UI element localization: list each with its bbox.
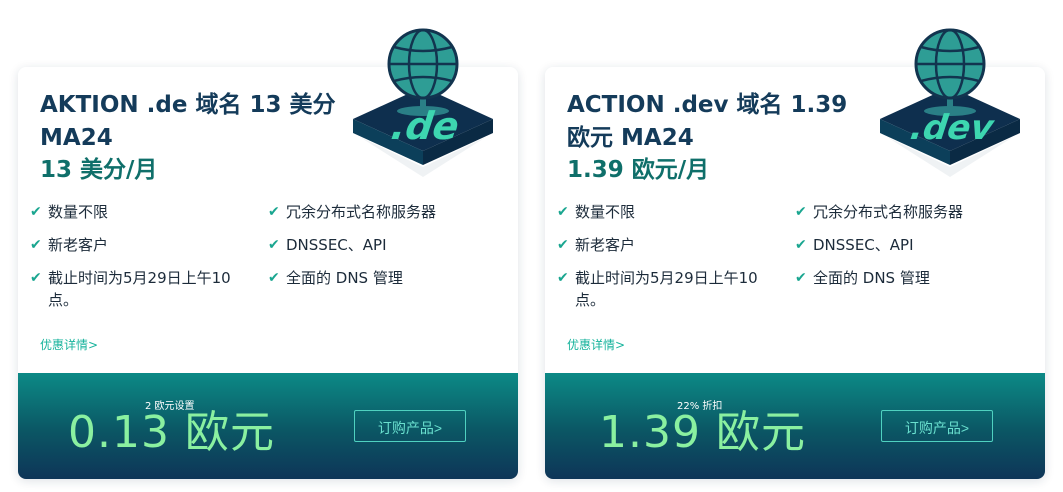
offer-title: ACTION .dev 域名 1.39 欧元 MA24 (567, 92, 848, 151)
feature-item: ✔ 数量不限 (557, 203, 636, 221)
monthly-price: 1.39 欧元/月 (567, 157, 710, 183)
check-icon: ✔ (268, 237, 280, 253)
feature-item: ✔ 新老客户 (30, 236, 109, 254)
globe-tld-illustration: .dev (880, 28, 1020, 177)
feature-item: ✔ DNSSEC、API (795, 236, 914, 254)
feature-item: ✔ 新老客户 (557, 236, 636, 254)
price-value: 1.39 欧元 (599, 407, 806, 458)
tld-label: .dev (904, 109, 999, 148)
offer-details-link[interactable]: 优惠详情> (40, 336, 98, 353)
feature-item: ✔ 冗余分布式名称服务器 (268, 203, 437, 221)
price-bar: 22% 折扣 1.39 欧元 订购产品> (545, 373, 1045, 479)
offer-details-link[interactable]: 优惠详情> (567, 336, 625, 353)
feature-item: ✔ DNSSEC、API (268, 236, 387, 254)
check-icon: ✔ (268, 270, 280, 286)
check-icon: ✔ (795, 237, 807, 253)
check-icon: ✔ (795, 270, 807, 286)
monthly-price: 13 美分/月 (40, 157, 158, 183)
feature-item: ✔ 全面的 DNS 管理 (795, 269, 930, 287)
order-button[interactable]: 订购产品> (354, 410, 466, 442)
check-icon: ✔ (557, 204, 569, 220)
feature-item: ✔ 全面的 DNS 管理 (268, 269, 403, 287)
check-icon: ✔ (557, 270, 569, 286)
globe-tld-illustration: .de (353, 28, 493, 177)
check-icon: ✔ (268, 204, 280, 220)
check-icon: ✔ (30, 237, 42, 253)
tld-label: .de (384, 105, 466, 149)
feature-item: ✔ 冗余分布式名称服务器 (795, 203, 964, 221)
domain-offer-card-de: .de AKTION .de 域名 13 美分 MA24 13 美分/月 ✔ 数… (18, 28, 518, 479)
domain-offer-card-dev: .dev ACTION .dev 域名 1.39 欧元 MA24 1.39 欧元… (545, 28, 1045, 479)
feature-item: ✔ 数量不限 (30, 203, 109, 221)
feature-item: ✔ 截止时间为5月29日上午10点。 (30, 269, 231, 309)
price-value: 0.13 欧元 (68, 407, 275, 458)
feature-item: ✔ 截止时间为5月29日上午10点。 (557, 269, 758, 309)
offer-title: AKTION .de 域名 13 美分 MA24 (40, 92, 336, 151)
check-icon: ✔ (30, 204, 42, 220)
check-icon: ✔ (557, 237, 569, 253)
check-icon: ✔ (30, 270, 42, 286)
check-icon: ✔ (795, 204, 807, 220)
price-bar: 2 欧元设置 0.13 欧元 订购产品> (18, 373, 518, 479)
order-button[interactable]: 订购产品> (881, 410, 993, 442)
